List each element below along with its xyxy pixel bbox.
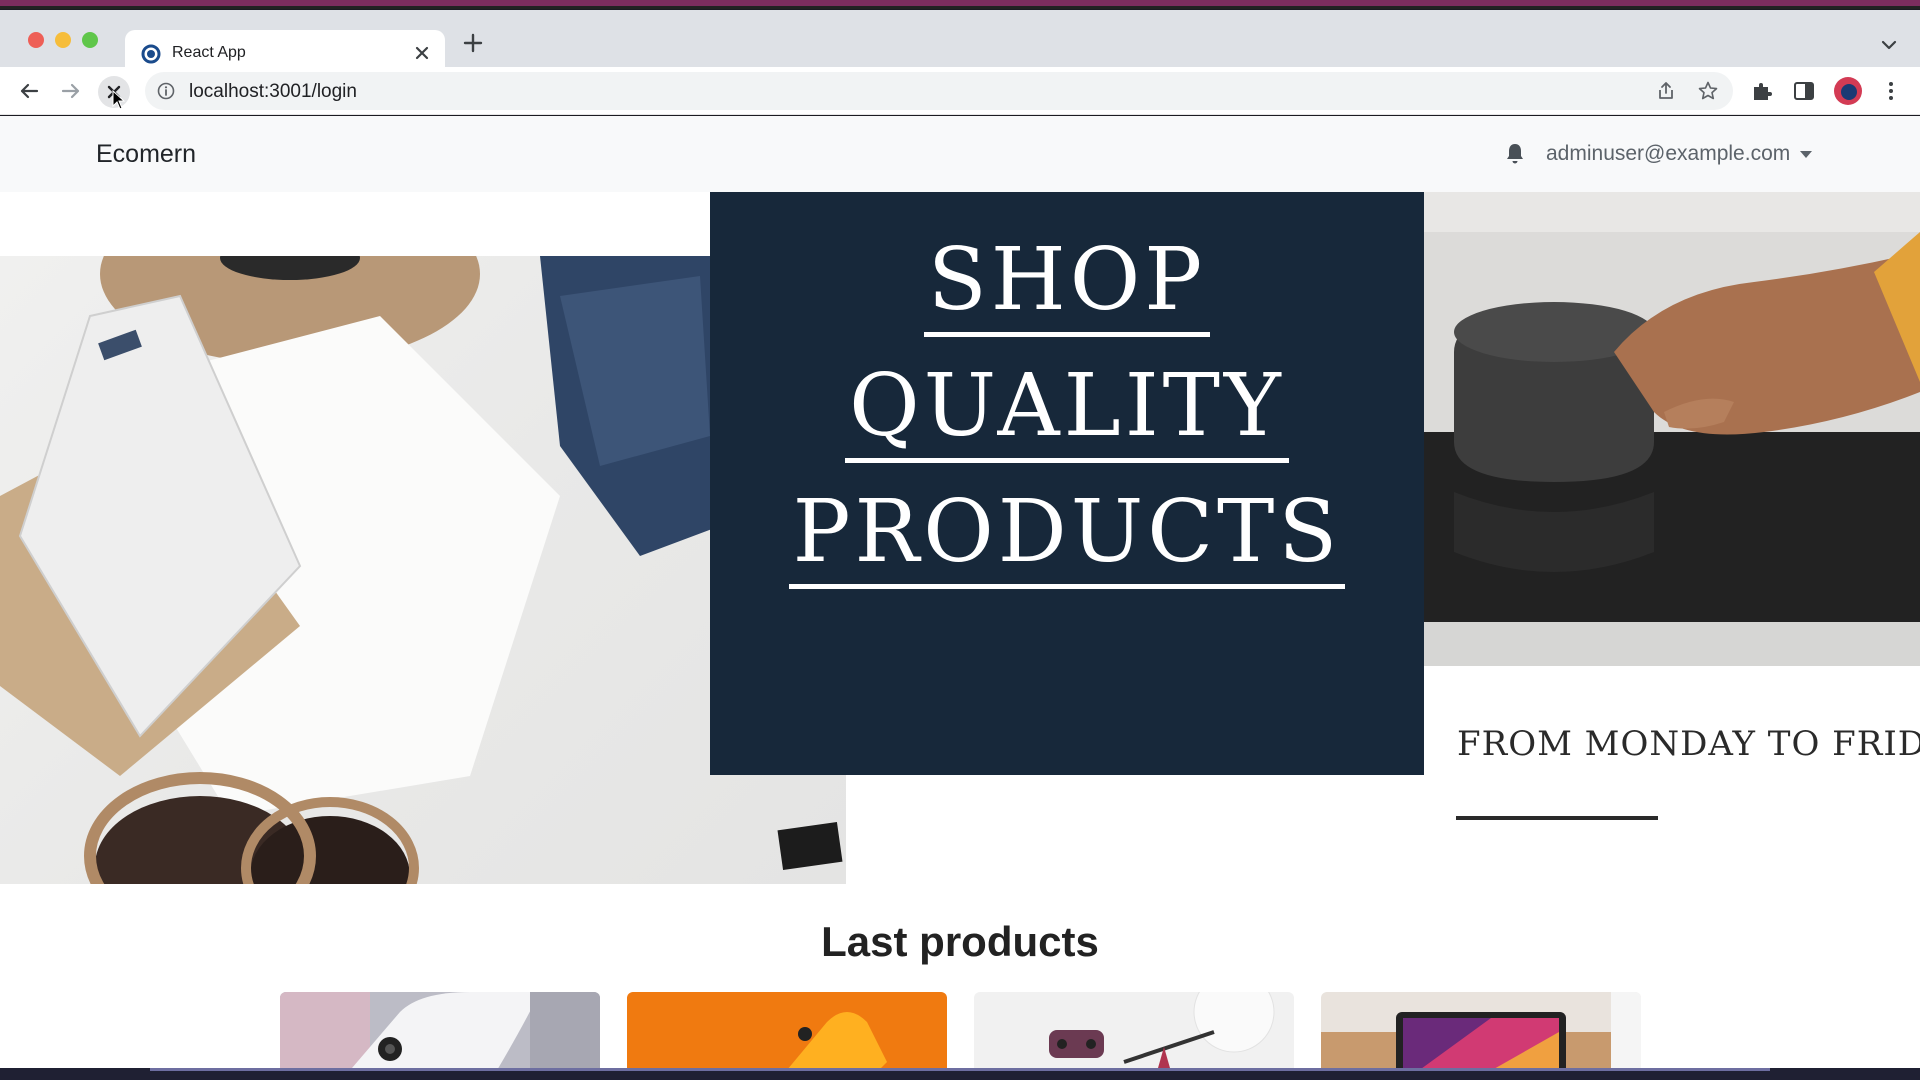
profile-avatar[interactable] [1834,77,1862,105]
tab-strip: React App [0,10,1920,77]
close-tab-icon[interactable] [411,42,433,64]
chevron-down-icon[interactable] [1878,34,1900,56]
smart-speaker-illustration [1424,192,1920,666]
info-icon[interactable] [157,82,175,100]
url-text[interactable]: localhost:3001/login [189,81,357,103]
hero-headline-line-2: QUALITY [710,356,1424,463]
product-card-iphone-white[interactable] [280,992,600,1068]
product-image-drone [974,992,1294,1068]
user-dropdown-toggle[interactable]: adminuser@example.com [1546,142,1790,166]
bell-icon[interactable] [1503,142,1527,166]
product-image-iphone-white [280,992,600,1068]
hero-promo-text: FROM MONDAY TO FRID [1457,724,1920,764]
product-image-iphone-orange [627,992,947,1068]
hero-headline-panel: SHOP QUALITY PRODUCTS [710,192,1424,775]
hero-image-smart-speaker [1424,192,1920,666]
caret-down-icon[interactable] [1800,151,1812,158]
window-frame-line [0,6,1920,9]
extensions-puzzle-icon[interactable] [1750,79,1774,103]
product-card-macbook[interactable] [1321,992,1641,1068]
tab-title: React App [172,44,246,61]
product-image-macbook [1321,992,1641,1068]
last-products-title: Last products [821,918,1099,965]
share-icon[interactable] [1655,80,1677,102]
minimize-window-button[interactable] [55,32,71,48]
dock-edge [150,1068,1770,1071]
product-card-drone[interactable] [974,992,1294,1068]
more-options-icon[interactable] [1879,79,1903,103]
back-arrow-icon[interactable] [17,79,41,103]
maximize-window-button[interactable] [82,32,98,48]
brand-link[interactable]: Ecomern [96,140,196,169]
mouse-cursor-icon [112,90,126,110]
stop-loading-button[interactable] [98,76,130,110]
browser-toolbar: localhost:3001/login [0,67,1920,115]
bookmark-star-icon[interactable] [1697,80,1719,102]
promo-underline [1456,816,1658,820]
avatar-image [1841,84,1857,100]
close-window-button[interactable] [28,32,44,48]
loading-favicon-icon [141,44,161,64]
new-tab-icon[interactable] [462,32,484,54]
side-panel-icon[interactable] [1792,79,1816,103]
forward-arrow-icon[interactable] [59,79,83,103]
hero-headline-line-1: SHOP [710,230,1424,337]
navbar: Ecomern adminuser@example.com [0,116,1920,192]
web-page: Ecomern adminuser@example.com SHOP QUALI… [0,116,1920,1068]
address-bar[interactable]: localhost:3001/login [145,72,1733,110]
hero-headline-line-3: PRODUCTS [710,482,1424,589]
product-card-iphone-orange[interactable] [627,992,947,1068]
hero-carousel[interactable]: SHOP QUALITY PRODUCTS FROM MONDAY TO FRI… [0,192,1920,884]
